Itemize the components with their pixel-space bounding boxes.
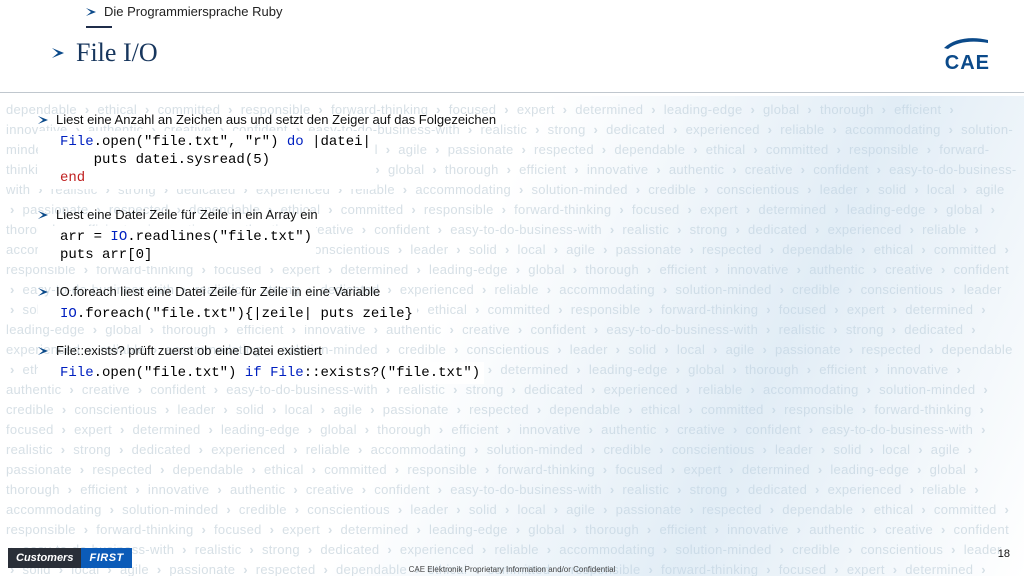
arrow-icon [38,116,48,124]
code-block: File.open("file.txt", "r") do |datei| pu… [38,131,375,189]
item-label-text: File::exists? prüft zuerst ob eine Datei… [56,343,322,358]
footer-confidential-note: CAE Elektronik Proprietary Information a… [0,565,1024,574]
arrow-icon [38,347,48,355]
code-block: IO.foreach("file.txt"){|zeile| puts zeil… [38,303,417,325]
item-label-text: Liest eine Anzahl an Zeichen aus und set… [56,112,496,127]
item-label-text: IO.foreach liest eine Datei Zeile für Ze… [56,284,380,299]
slide-footer: Customers FIRST CAE Elektronik Proprieta… [0,540,1024,576]
header-rule [0,92,1024,93]
item-label-row: Liest eine Datei Zeile für Zeile in ein … [38,207,994,222]
slide: dependable › ethical › committed › respo… [0,0,1024,576]
arrow-icon [38,288,48,296]
logo-swoosh-icon [942,36,990,50]
arrow-icon [52,48,64,58]
item-label-row: File::exists? prüft zuerst ob eine Datei… [38,343,994,358]
brand-logo: CAE [942,36,990,75]
arrow-icon [38,211,48,219]
breadcrumb: Die Programmiersprache Ruby [86,4,282,19]
content-item: Liest eine Anzahl an Zeichen aus und set… [38,112,994,189]
title-row: File I/O [52,38,158,68]
content-area: Liest eine Anzahl an Zeichen aus und set… [38,112,994,402]
content-item: File::exists? prüft zuerst ob eine Datei… [38,343,994,384]
page-title: File I/O [76,38,158,68]
slide-header: Die Programmiersprache Ruby File I/O [0,0,1024,96]
content-item: IO.foreach liest eine Datei Zeile für Ze… [38,284,994,325]
arrow-icon [86,8,96,16]
breadcrumb-text: Die Programmiersprache Ruby [104,4,282,19]
breadcrumb-underline [86,26,112,28]
item-label-text: Liest eine Datei Zeile für Zeile in ein … [56,207,318,222]
page-number: 18 [998,548,1010,560]
code-block: File.open("file.txt") if File::exists?("… [38,362,484,384]
item-label-row: IO.foreach liest eine Datei Zeile für Ze… [38,284,994,299]
logo-text: CAE [942,52,990,75]
item-label-row: Liest eine Anzahl an Zeichen aus und set… [38,112,994,127]
content-item: Liest eine Datei Zeile für Zeile in ein … [38,207,994,266]
code-block: arr = IO.readlines("file.txt") puts arr[… [38,226,316,266]
